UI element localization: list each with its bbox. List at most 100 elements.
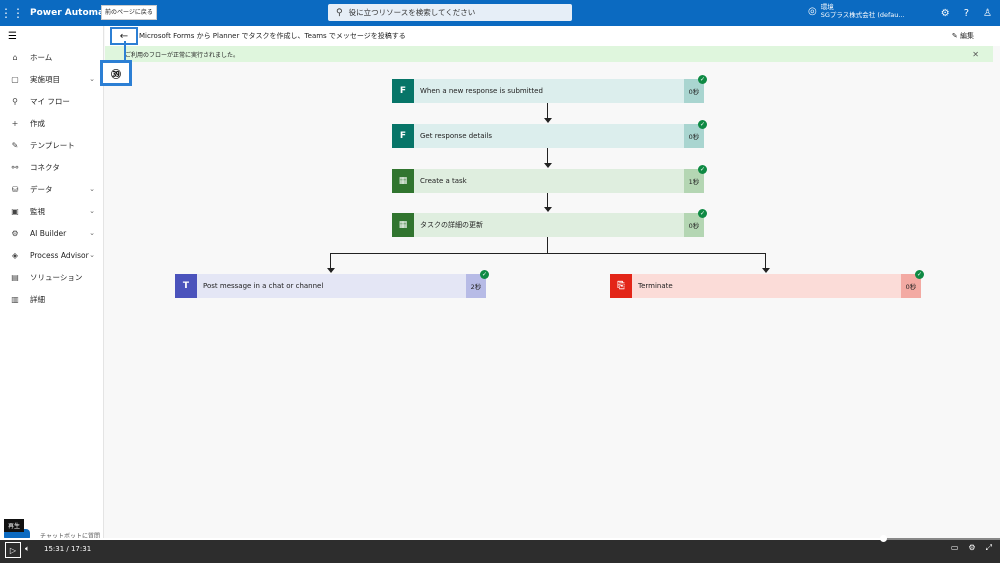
progress-knob[interactable]: [880, 535, 887, 542]
progress-bar[interactable]: [0, 535, 1000, 542]
success-check-icon: ✓: [698, 165, 707, 174]
connector-icon: ⎘: [610, 274, 632, 298]
sidebar-item[interactable]: ▢ 実施項目 ⌄: [0, 68, 103, 90]
play-tooltip: 再生: [4, 519, 25, 532]
plus-icon: +: [11, 118, 19, 128]
arrow-down-icon: [327, 268, 335, 273]
sidebar-item-label: テンプレート: [30, 140, 75, 150]
connector-line: [765, 253, 766, 269]
help-icon[interactable]: ?: [964, 8, 969, 19]
success-message: ご利用のフローが正常に実行されました。: [125, 51, 240, 59]
flow-step[interactable]: ▦ Create a task 1秒: [392, 169, 704, 193]
volume-icon[interactable]: 🔈︎: [25, 544, 30, 554]
search-input[interactable]: ⚲ 役に立つリソースを検索してください: [328, 4, 572, 21]
connector-line: [547, 103, 548, 119]
search-icon: ⚲: [336, 7, 343, 18]
connector-line: [547, 148, 548, 164]
time-display: 15:31 / 17:31: [44, 545, 92, 553]
play-button[interactable]: ▷: [5, 542, 21, 558]
sidebar-item[interactable]: ◈ Process Advisor ⌄: [0, 244, 103, 266]
monitor-icon: ▣: [11, 206, 19, 216]
connector-line: [330, 253, 331, 269]
close-icon[interactable]: ✕: [972, 50, 979, 59]
account-icon[interactable]: ♙: [983, 8, 992, 19]
flow-step-label: Post message in a chat or channel: [203, 282, 324, 290]
connector-icon: F: [392, 79, 414, 103]
sidebar-item-label: コネクタ: [30, 162, 60, 172]
connector-icon: ▦: [392, 213, 414, 237]
flow-step[interactable]: T Post message in a chat or channel 2秒: [175, 274, 486, 298]
sidebar-item[interactable]: ⚲ マイ フロー: [0, 90, 103, 112]
sidebar-item-label: ホーム: [30, 52, 53, 62]
connector-line: [547, 237, 548, 253]
command-bar: ← Microsoft Forms から Planner でタスクを作成し、Te…: [105, 26, 1000, 46]
sidebar-item[interactable]: ▣ 監視 ⌄: [0, 200, 103, 222]
sidebar-item[interactable]: ⛁ データ ⌄: [0, 178, 103, 200]
settings-icon[interactable]: ⚙: [968, 543, 975, 553]
environment-picker[interactable]: ◎ 環境 SGプラス株式会社 (defau...: [808, 3, 905, 19]
flow-step-label: Get response details: [420, 132, 493, 140]
sidebar-item-label: ソリューション: [30, 272, 83, 282]
edit-button[interactable]: ✎ 編集: [952, 31, 974, 41]
success-check-icon: ✓: [698, 120, 707, 129]
success-check-icon: ✓: [698, 75, 707, 84]
captions-icon[interactable]: ▭: [951, 543, 959, 553]
settings-gear-icon[interactable]: ⚙: [941, 8, 950, 19]
chevron-down-icon[interactable]: ⌄: [89, 185, 95, 193]
connector-icon: ⚯: [11, 162, 19, 172]
sidebar-item-label: Process Advisor: [30, 250, 89, 260]
back-tooltip: 前のページに戻る: [101, 5, 157, 20]
flow-step-label: Terminate: [638, 282, 673, 290]
flow-step[interactable]: F Get response details 0秒: [392, 124, 704, 148]
connector-icon: ▦: [392, 169, 414, 193]
arrow-down-icon: [544, 118, 552, 123]
solution-icon: ▤: [11, 272, 19, 282]
app-launcher-icon[interactable]: ⋮⋮: [0, 0, 24, 26]
sidebar-item[interactable]: ⚯ コネクタ: [0, 156, 103, 178]
flow-step[interactable]: ⎘ Terminate 0秒: [610, 274, 921, 298]
connector-icon: F: [392, 124, 414, 148]
clipboard-icon: ▢: [11, 74, 19, 84]
fullscreen-icon[interactable]: ⤢: [986, 543, 992, 553]
arrow-down-icon: [544, 163, 552, 168]
arrow-down-icon: [544, 207, 552, 212]
chevron-down-icon[interactable]: ⌄: [89, 251, 95, 259]
sidebar-item-label: データ: [30, 184, 53, 194]
process-icon: ◈: [11, 250, 19, 260]
search-placeholder: 役に立つリソースを検索してください: [348, 8, 476, 17]
globe-icon: ◎: [808, 5, 817, 17]
progress-fill: [0, 538, 884, 540]
environment-name: SGプラス株式会社 (defau...: [820, 11, 905, 19]
database-icon: ⛁: [11, 184, 19, 194]
hamburger-menu-icon[interactable]: ☰: [0, 26, 103, 46]
chevron-down-icon[interactable]: ⌄: [89, 229, 95, 237]
sidebar-item-label: AI Builder: [30, 228, 67, 238]
sidebar-item[interactable]: ✎ テンプレート: [0, 134, 103, 156]
book-icon: ▥: [11, 294, 19, 304]
chevron-down-icon[interactable]: ⌄: [89, 75, 95, 83]
sidebar-item[interactable]: ▤ ソリューション: [0, 266, 103, 288]
flow-step[interactable]: F When a new response is submitted 0秒: [392, 79, 704, 103]
sidebar-item[interactable]: ▥ 詳細: [0, 288, 103, 310]
connector-line: [330, 253, 766, 254]
sidebar-item[interactable]: ⚙ AI Builder ⌄: [0, 222, 103, 244]
success-banner: ご利用のフローが正常に実行されました。 ✕: [105, 46, 993, 62]
callout-number: ㊴: [100, 60, 132, 86]
chevron-down-icon[interactable]: ⌄: [89, 207, 95, 215]
edit-label: 編集: [960, 32, 974, 40]
sidebar: ☰ ⌂ ホーム ▢ 実施項目 ⌄ ⚲ マイ フロー + 作成 ✎ テンプレート ⚯ コネクタ ⛁ データ ⌄ ▣…: [0, 26, 104, 538]
arrow-down-icon: [762, 268, 770, 273]
flow-step[interactable]: ▦ タスクの詳細の更新 0秒: [392, 213, 704, 237]
environment-label: 環境: [820, 3, 834, 11]
sidebar-item-label: マイ フロー: [30, 96, 70, 106]
template-icon: ✎: [11, 140, 19, 150]
success-check-icon: ✓: [698, 209, 707, 218]
sidebar-item-label: 作成: [30, 118, 45, 128]
connector-icon: T: [175, 274, 197, 298]
sidebar-item[interactable]: + 作成: [0, 112, 103, 134]
sidebar-item[interactable]: ⌂ ホーム: [0, 46, 103, 68]
callout-line: [124, 41, 126, 61]
flow-step-label: When a new response is submitted: [420, 87, 543, 95]
success-check-icon: ✓: [480, 270, 489, 279]
flow-step-label: Create a task: [420, 177, 467, 185]
